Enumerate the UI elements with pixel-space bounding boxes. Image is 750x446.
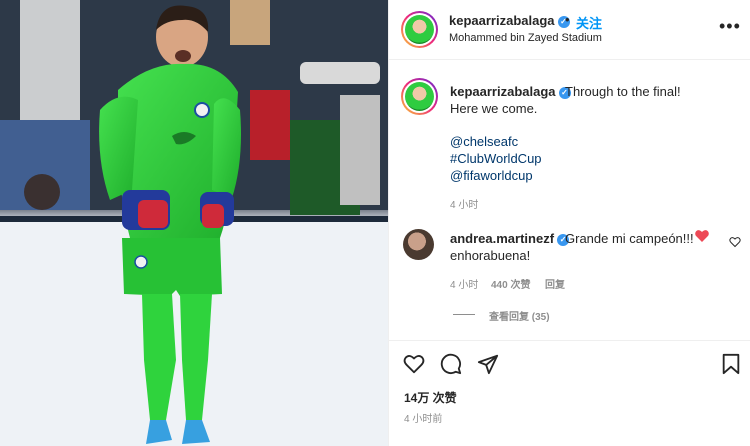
- author-avatar[interactable]: [401, 11, 438, 48]
- comment-like-heart-icon[interactable]: [729, 236, 741, 248]
- mention-fifaworldcup[interactable]: @fifaworldcup: [450, 168, 533, 183]
- heart-icon[interactable]: [403, 353, 425, 375]
- bookmark-icon[interactable]: [721, 353, 741, 375]
- comment-reply-button[interactable]: 回复: [545, 276, 565, 291]
- follow-button[interactable]: 关注: [576, 13, 602, 32]
- likes-count[interactable]: 14万 次赞: [404, 389, 457, 406]
- replies-divider: [453, 314, 475, 315]
- comment-icon[interactable]: [440, 353, 462, 375]
- caption-text-line1: Through to the final!: [565, 84, 681, 99]
- share-icon[interactable]: [477, 353, 499, 375]
- post-image[interactable]: [0, 0, 388, 446]
- author-username[interactable]: kepaarrizabalaga ✓: [449, 13, 570, 28]
- hashtag-clubworldcup[interactable]: #ClubWorldCup: [450, 151, 542, 166]
- comment-time: 4 小时: [450, 280, 479, 291]
- more-options-icon[interactable]: •••: [719, 17, 741, 35]
- location-link[interactable]: Mohammed bin Zayed Stadium: [449, 32, 602, 44]
- mention-chelseafc[interactable]: @chelseafc: [450, 134, 518, 149]
- caption-avatar[interactable]: [401, 78, 438, 115]
- view-replies-button[interactable]: 查看回复 (35): [489, 308, 550, 323]
- post-header: kepaarrizabalaga ✓ • 关注 Mohammed bin Zaye…: [389, 0, 750, 60]
- separator-dot: •: [565, 12, 570, 27]
- post-details-panel: kepaarrizabalaga ✓ • 关注 Mohammed bin Zaye…: [388, 0, 750, 446]
- post-actions-bar: 14万 次赞 4 小时前: [389, 340, 750, 446]
- post-timestamp[interactable]: 4 小时前: [404, 410, 442, 425]
- comment-likes-count[interactable]: 440 次赞: [491, 276, 530, 291]
- caption-username[interactable]: kepaarrizabalaga ✓: [450, 84, 571, 99]
- red-heart-icon: [695, 230, 709, 242]
- comment-text-line1: Grande mi campeón!!!: [565, 231, 694, 246]
- commenter-username[interactable]: andrea.martinezf ✓: [450, 231, 570, 246]
- goalkeeper-celebration-photo: [0, 0, 388, 446]
- comment-text-line2: enhorabuena!: [450, 248, 531, 263]
- caption-time: 4 小时: [450, 200, 479, 211]
- commenter-avatar[interactable]: [403, 229, 434, 260]
- caption-text-line2: Here we come.: [450, 101, 538, 116]
